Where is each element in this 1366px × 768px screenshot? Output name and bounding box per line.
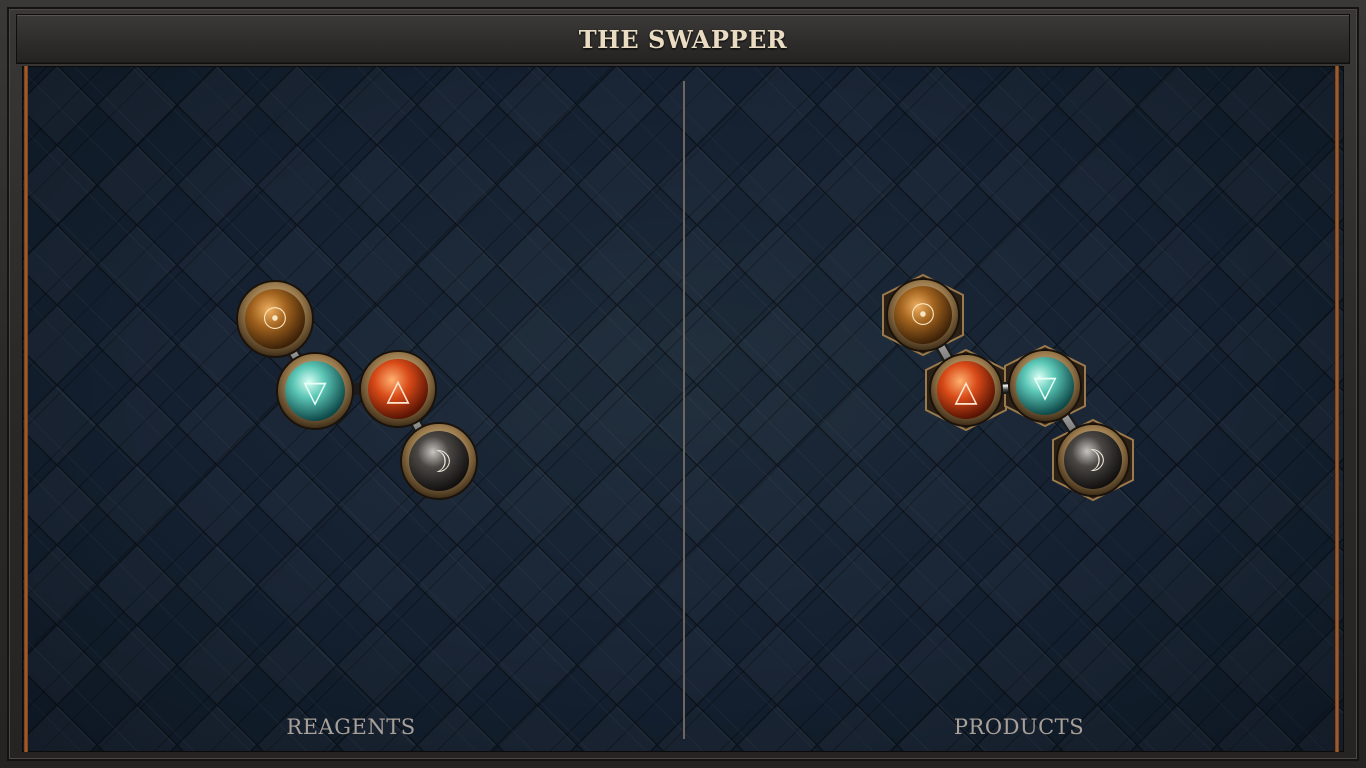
water-symbol-icon: ▽ xyxy=(1033,370,1056,405)
moon-symbol-icon: ☽ xyxy=(426,445,453,480)
salt-symbol-icon: ☉ xyxy=(910,298,937,333)
moon-atom[interactable]: ☽ xyxy=(1056,423,1130,497)
page-title: THE SWAPPER xyxy=(578,25,788,54)
salt-symbol-icon: ☉ xyxy=(262,302,289,337)
fire-atom[interactable]: △ xyxy=(929,353,1003,427)
water-symbol-icon: ▽ xyxy=(303,375,326,410)
water-atom[interactable]: ▽ xyxy=(1008,349,1082,423)
copper-trim-left xyxy=(24,66,28,752)
water-atom[interactable]: ▽ xyxy=(276,352,354,430)
title-bar: THE SWAPPER xyxy=(16,14,1350,64)
reagent-molecule[interactable]: ☉ ▽ △ ☽ xyxy=(236,280,478,500)
puzzle-board: REAGENTS PRODUCTS ☉ ▽ △ ☽ ☉ △ ▽ ☽ xyxy=(22,66,1344,752)
fire-atom[interactable]: △ xyxy=(359,350,437,428)
moon-atom[interactable]: ☽ xyxy=(400,422,478,500)
product-molecule[interactable]: ☉ △ ▽ ☽ xyxy=(882,273,1134,502)
molecules-layer: ☉ ▽ △ ☽ ☉ △ ▽ ☽ xyxy=(236,273,1134,502)
moon-symbol-icon: ☽ xyxy=(1080,444,1107,479)
fire-symbol-icon: △ xyxy=(954,374,977,409)
salt-atom[interactable]: ☉ xyxy=(886,278,960,352)
copper-trim-right xyxy=(1335,66,1339,752)
salt-atom[interactable]: ☉ xyxy=(236,280,314,358)
fire-symbol-icon: △ xyxy=(386,373,409,408)
